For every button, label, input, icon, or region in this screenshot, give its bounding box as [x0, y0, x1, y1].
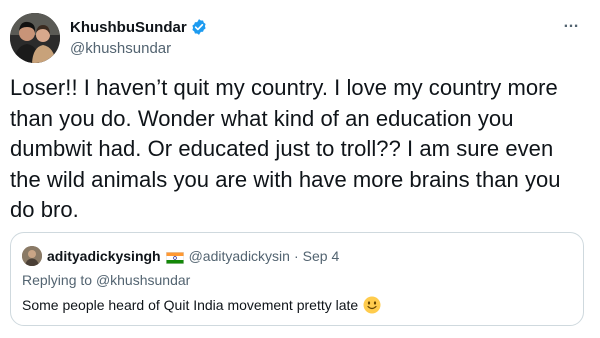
replying-to-mention[interactable]: @khushsundar — [96, 272, 190, 288]
author-names: KhushbuSundar @khushsundar — [70, 18, 208, 59]
separator-dot: · — [293, 248, 299, 264]
quoted-tweet-date[interactable]: Sep 4 — [303, 247, 340, 265]
quoted-tweet-header: adityadickysingh @adityadickysin · Sep 4 — [22, 246, 339, 266]
author-name-row: KhushbuSundar — [70, 18, 208, 37]
author-avatar[interactable] — [10, 13, 60, 63]
replying-to-prefix: Replying to — [22, 272, 96, 288]
quoted-tweet-text: Some people heard of Quit India movement… — [22, 295, 381, 315]
tweet-header: KhushbuSundar @khushsundar — [10, 13, 208, 63]
author-handle[interactable]: @khushsundar — [70, 39, 208, 59]
more-options-button[interactable]: … — [563, 15, 580, 31]
replying-to-line: Replying to @khushsundar — [22, 271, 190, 289]
verified-badge-icon — [190, 18, 208, 36]
india-flag-icon — [165, 250, 184, 264]
quoted-author-avatar[interactable] — [22, 246, 42, 266]
quoted-tweet-body: Some people heard of Quit India movement… — [22, 297, 359, 313]
quoted-author-name[interactable]: adityadickysingh — [47, 247, 161, 265]
quoted-author-handle[interactable]: @adityadickysin — [189, 247, 290, 265]
author-display-name[interactable]: KhushbuSundar — [70, 18, 187, 37]
quoted-tweet[interactable]: adityadickysingh @adityadickysin · Sep 4… — [10, 232, 584, 326]
slightly-smiling-face-icon — [363, 296, 381, 314]
tweet-text: Loser!! I haven’t quit my country. I lov… — [10, 75, 561, 222]
tweet-card: KhushbuSundar @khushsundar … Loser!! I h… — [0, 0, 600, 338]
